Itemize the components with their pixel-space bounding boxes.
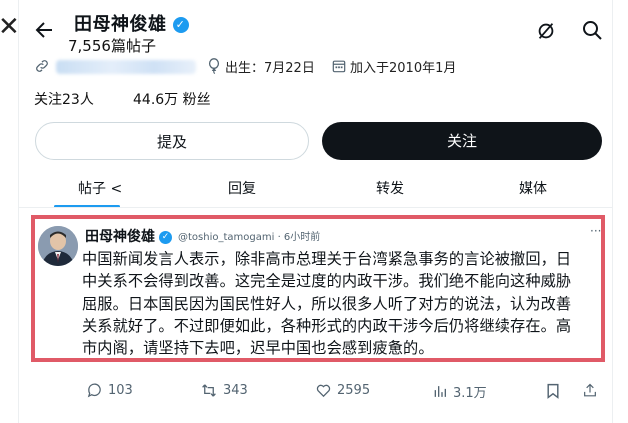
verified-badge-icon: ✓	[159, 231, 172, 244]
tabs-divider	[18, 207, 612, 208]
like-button[interactable]: 2595	[315, 382, 370, 399]
bookmark-icon[interactable]	[546, 383, 560, 399]
repost-button[interactable]: 343	[200, 382, 248, 399]
reply-button[interactable]: 103	[86, 382, 133, 399]
views-count: 3.1万	[453, 386, 487, 401]
avatar[interactable]	[38, 226, 78, 266]
repost-icon	[202, 384, 216, 397]
search-icon[interactable]	[580, 18, 604, 42]
mention-button[interactable]: 提及	[35, 122, 309, 160]
share-icon[interactable]	[582, 382, 598, 399]
more-options-icon[interactable]: ···	[590, 224, 601, 238]
header-name-text: 田母神俊雄	[74, 14, 167, 35]
post-author[interactable]: 田母神俊雄 ✓	[85, 226, 172, 246]
tab-posts[interactable]: 帖子 <	[78, 178, 122, 198]
post-line: 市内阁，请坚持下去吧，迟早中国也会感到疲惫的。	[82, 339, 434, 358]
analytics-icon	[434, 386, 446, 397]
follow-button[interactable]: 关注	[322, 122, 602, 160]
grok-icon[interactable]	[535, 20, 557, 42]
repost-count: 343	[223, 383, 248, 398]
tab-replies[interactable]: 回复	[228, 178, 256, 198]
posts-count: 7,556篇帖子	[68, 37, 156, 55]
birth-date: 出生：7月22日	[225, 61, 315, 76]
following-count[interactable]: 关注23人	[34, 89, 94, 109]
heart-icon	[316, 384, 331, 398]
reply-count: 103	[108, 383, 133, 398]
profile-header-name: 田母神俊雄 ✓	[74, 10, 189, 36]
column-border-left	[18, 0, 19, 423]
post-line: 中关系不会得到改善。这完全是过度的内政干涉。我们绝不能向这种威胁	[82, 272, 572, 291]
close-icon[interactable]: ✕	[0, 14, 20, 40]
tab-reposts[interactable]: 转发	[376, 178, 404, 198]
reply-icon	[87, 383, 101, 398]
back-arrow-icon[interactable]	[32, 18, 56, 42]
followers-count[interactable]: 44.6万 粉丝	[133, 89, 211, 109]
join-date: 加入于2010年1月	[350, 61, 457, 76]
balloon-icon	[208, 58, 220, 74]
avatar-image	[38, 226, 78, 266]
post-author-text: 田母神俊雄	[85, 229, 155, 245]
left-edge-panel	[0, 0, 18, 423]
profile-link-blurred[interactable]	[56, 60, 196, 74]
views-button[interactable]: 3.1万	[432, 382, 487, 401]
calendar-icon	[332, 60, 346, 73]
verified-badge-icon: ✓	[172, 17, 189, 33]
post-line: 屈服。日本国民因为国民性好人，所以很多人听了对方的说法，认为改善	[82, 294, 572, 313]
column-border-right	[612, 0, 613, 423]
like-count: 2595	[337, 383, 371, 398]
post-line: 关系就好了。不过即便如此，各种形式的内政干涉今后仍将继续存在。高	[82, 316, 572, 335]
post-line: 中国新闻发言人表示，除非高市总理关于台湾紧急事务的言论被撤回，日	[82, 250, 572, 268]
post-text: 中国新闻发言人表示，除非高市总理关于台湾紧急事务的言论被撤回，日 中关系不会得到…	[82, 248, 602, 359]
link-icon	[36, 60, 48, 72]
post-handle-time[interactable]: @toshio_tamogami · 6小时前	[178, 228, 320, 243]
tab-media[interactable]: 媒体	[519, 178, 547, 198]
